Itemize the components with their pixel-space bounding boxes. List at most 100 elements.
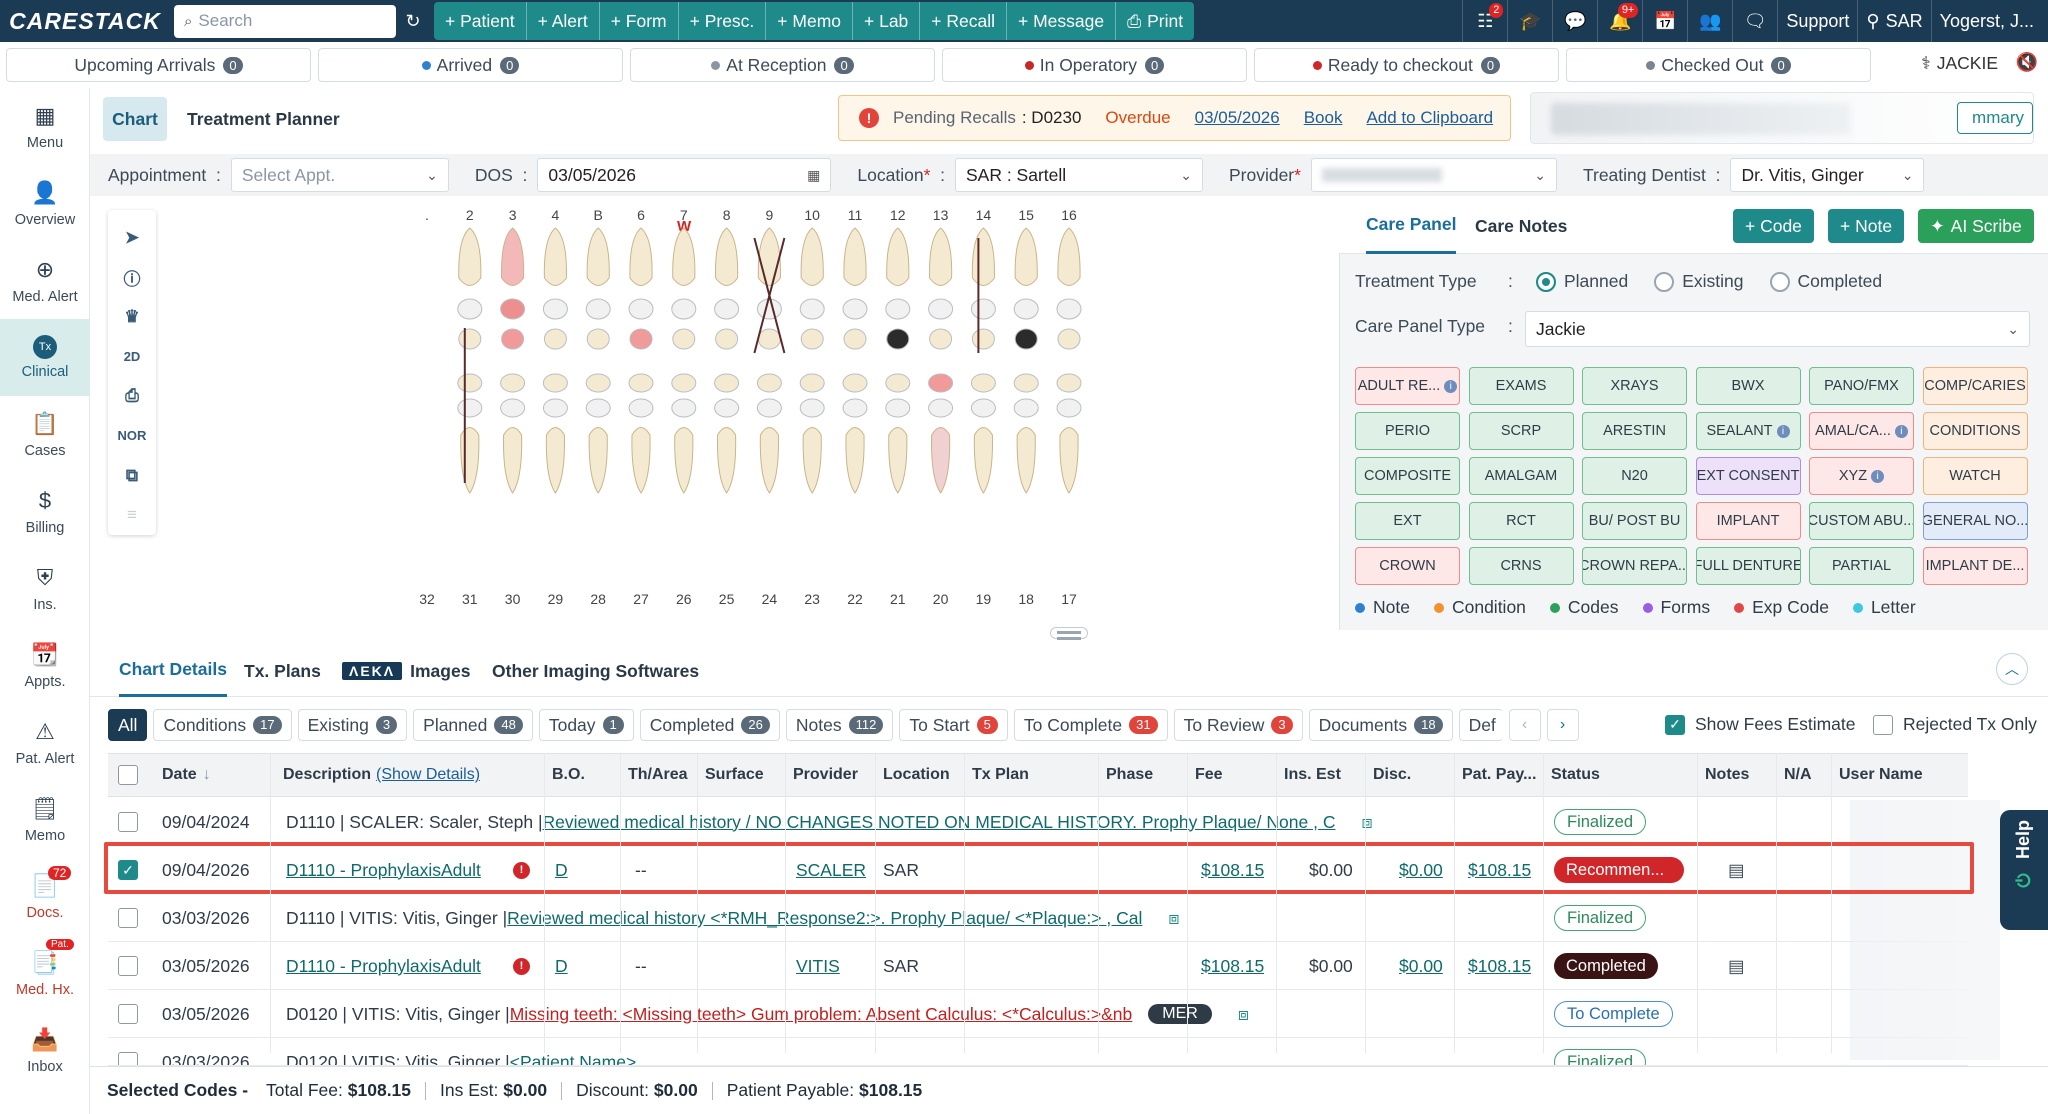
sidebar-item-pat-alert[interactable]: ⚠ Pat. Alert (0, 704, 90, 781)
add-message-button[interactable]: + Message (1007, 2, 1117, 40)
recall-date-link[interactable]: 03/05/2026 (1195, 108, 1280, 128)
row-description[interactable]: D1110 - ProphylaxisAdult (286, 846, 481, 894)
upper-tooth-crown[interactable] (886, 328, 910, 350)
care-code-button[interactable]: PARTIAL (1809, 547, 1914, 585)
note-preview-icon[interactable]: ⧈ (1361, 812, 1372, 833)
lower-tooth-occlusal[interactable] (756, 398, 782, 418)
status-badge[interactable]: Finalized (1554, 798, 1647, 846)
upper-tooth-occlusal[interactable] (542, 298, 568, 320)
status-badge[interactable]: To Complete (1554, 990, 1673, 1038)
info-icon[interactable]: ! (513, 942, 530, 990)
user-menu[interactable]: Yogerst, J... (1930, 0, 2048, 42)
status-badge[interactable]: Completed (1554, 942, 1658, 990)
appointment-select[interactable]: Select Appt. ⌄ (230, 158, 449, 192)
users-icon[interactable]: 👥 (1687, 0, 1732, 42)
lower-tooth-crown[interactable] (802, 427, 822, 494)
upper-tooth-crown[interactable] (971, 328, 995, 350)
lower-tooth-occlusal[interactable] (457, 398, 483, 418)
care-code-button[interactable]: CROWN REPA... (1582, 547, 1687, 585)
note-preview-icon[interactable]: ⧈ (1168, 908, 1179, 929)
rejected-tx-only[interactable]: Rejected Tx Only (1873, 714, 2037, 735)
add-form-button[interactable]: + Form (600, 2, 679, 40)
lower-tooth-crown[interactable] (931, 427, 951, 494)
table-row[interactable]: 09/04/2024 D1110 | SCALER: Scaler, Steph … (108, 798, 1968, 846)
status-badge[interactable]: Recommen... (1554, 846, 1684, 894)
care-code-button[interactable]: RCT (1468, 502, 1574, 540)
row-fee[interactable]: $108.15 (1201, 942, 1264, 990)
radio-completed[interactable] (1769, 271, 1790, 292)
add-code-button[interactable]: + Code (1733, 209, 1814, 243)
upper-tooth-crown[interactable] (586, 328, 610, 350)
upper-tooth-occlusal[interactable] (799, 298, 825, 320)
upper-tooth-occlusal[interactable] (500, 298, 526, 320)
lower-tooth-top[interactable] (585, 373, 611, 393)
description-note-link[interactable]: Reviewed medical history <*RMH_Response2… (507, 908, 1142, 929)
provider-select[interactable]: ⌄ (1310, 158, 1557, 192)
care-code-button[interactable]: PERIO (1355, 412, 1460, 450)
status-ready-to-checkout[interactable]: Ready to checkout 0 (1254, 48, 1559, 82)
carestack-logo[interactable]: CARESTACK (0, 0, 170, 42)
sidebar-item-overview[interactable]: 👤 Overview (0, 165, 90, 242)
upper-tooth-crown[interactable] (843, 328, 867, 350)
care-code-button[interactable]: GENERAL NO... (1922, 502, 2028, 540)
upper-tooth-root[interactable] (929, 227, 953, 286)
pill-prev-icon[interactable]: ‹ (1508, 709, 1541, 741)
filter-pill[interactable]: To Review 3 (1173, 709, 1303, 741)
add-recall-button[interactable]: + Recall (920, 2, 1007, 40)
care-code-button[interactable]: CROWN (1355, 547, 1460, 585)
description-note-link[interactable]: Missing teeth: <Missing teeth> Gum probl… (510, 1004, 1133, 1025)
upper-tooth-crown[interactable] (501, 328, 525, 350)
search-input[interactable]: ⌕ Search (174, 4, 396, 38)
lower-tooth-top[interactable] (1056, 373, 1082, 393)
filter-pill[interactable]: Notes 112 (785, 709, 894, 741)
filter-pill[interactable]: Conditions 17 (153, 709, 292, 741)
upper-tooth-root[interactable] (501, 227, 525, 286)
row-description[interactable]: D1110 - ProphylaxisAdult (286, 942, 481, 990)
sidebar-item-insurance[interactable]: ⛨ Ins. (0, 550, 90, 627)
status-checked-out[interactable]: Checked Out 0 (1566, 48, 1871, 82)
status-at-reception[interactable]: At Reception 0 (630, 48, 935, 82)
status-badge[interactable]: Finalized (1554, 1038, 1647, 1065)
row-checkbox[interactable] (118, 798, 148, 846)
upper-tooth-crown[interactable] (929, 328, 953, 350)
col-date[interactable]: Date ↓ (162, 753, 211, 797)
tasks-icon[interactable]: ☷ 2 (1462, 0, 1507, 42)
lower-tooth-crown[interactable] (759, 427, 779, 494)
filter-pill[interactable]: Existing 3 (297, 709, 408, 741)
upper-tooth-crown[interactable] (629, 328, 653, 350)
row-pat-pay[interactable]: $108.15 (1468, 846, 1531, 894)
care-code-button[interactable]: IMPLANT (1695, 502, 1801, 540)
care-code-button[interactable]: WATCH (1922, 457, 2028, 495)
resize-handle[interactable] (1050, 627, 1088, 640)
upper-tooth-crown[interactable] (672, 328, 696, 350)
lower-tooth-occlusal[interactable] (628, 398, 654, 418)
care-code-button[interactable]: CONDITIONS (1922, 412, 2028, 450)
filter-pill[interactable]: Def (1458, 709, 1503, 741)
lower-tooth-occlusal[interactable] (799, 398, 825, 418)
operator-name[interactable]: ⚕ JACKIE (1921, 46, 1998, 80)
history-icon[interactable]: ↻ (396, 11, 430, 32)
lower-tooth-crown[interactable] (1059, 427, 1079, 494)
upper-tooth-crown[interactable] (543, 328, 567, 350)
messages-icon[interactable]: 🗨 (1732, 0, 1777, 42)
pill-next-icon[interactable]: › (1546, 709, 1579, 741)
upper-tooth-crown[interactable] (458, 328, 482, 350)
lower-tooth-occlusal[interactable] (885, 398, 911, 418)
upper-tooth-occlusal[interactable] (457, 298, 483, 320)
note-preview-icon[interactable]: ⧈ (1238, 1004, 1249, 1025)
care-code-button[interactable]: IMPLANT DE... (1922, 547, 2028, 585)
tab-other-imaging[interactable]: Other Imaging Softwares (492, 645, 699, 697)
chat-icon[interactable]: 💬 (1552, 0, 1597, 42)
table-row[interactable]: 03/03/2026 D1110 | VITIS: Vitis, Ginger |… (108, 894, 1968, 942)
care-code-button[interactable]: COMP/CARIES (1922, 367, 2028, 405)
upper-tooth-occlusal[interactable] (628, 298, 654, 320)
upper-tooth-root[interactable] (843, 227, 867, 286)
status-in-operatory[interactable]: In Operatory 0 (942, 48, 1247, 82)
info-icon[interactable]: i (1444, 379, 1458, 393)
lower-tooth-top[interactable] (542, 373, 568, 393)
print-button[interactable]: ⎙ Print (1116, 2, 1194, 40)
upper-tooth-crown[interactable] (800, 328, 824, 350)
table-row[interactable]: 03/05/2026 D1110 - ProphylaxisAdult! D -- VI… (108, 942, 1968, 990)
sidebar-item-med-alert[interactable]: ⊕ Med. Alert (0, 242, 90, 319)
upper-tooth-occlusal[interactable] (714, 298, 740, 320)
